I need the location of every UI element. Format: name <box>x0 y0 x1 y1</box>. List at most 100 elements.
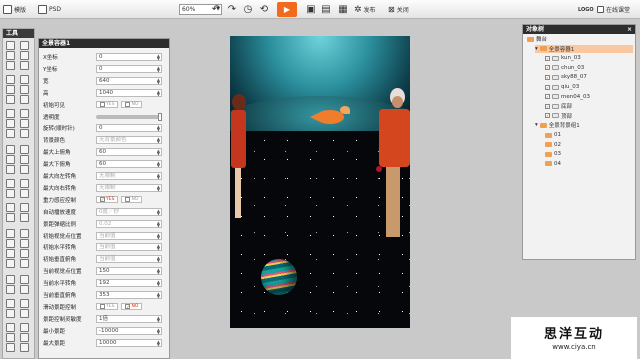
scene-tool-icon-alt[interactable] <box>20 179 29 188</box>
puzzle-tool-icon-alt[interactable] <box>20 309 29 318</box>
lottery-tool-icon[interactable] <box>6 275 15 284</box>
preview-play-button[interactable]: ▶ <box>277 2 297 17</box>
move-tool-icon-alt[interactable] <box>20 51 29 60</box>
vote-tool-icon[interactable] <box>6 285 15 294</box>
stepper-icon[interactable]: ▲ ▼ <box>157 280 160 287</box>
list-tool-icon-alt[interactable] <box>20 249 29 258</box>
history-icon[interactable]: ◷ <box>242 3 254 15</box>
expand-toggle-icon[interactable]: ▾ <box>535 46 538 52</box>
stepper-icon[interactable]: ▲ ▼ <box>157 77 160 84</box>
property-input[interactable]: 0 ▲ ▼ <box>96 64 162 73</box>
property-input[interactable]: 当前值 ▲ ▼ <box>96 255 162 264</box>
tree-node[interactable]: 01 <box>543 131 633 139</box>
girl-figure[interactable] <box>230 94 248 244</box>
tree-node[interactable]: ✓ 底部 <box>543 102 633 110</box>
stepper-icon[interactable]: ▲ ▼ <box>157 149 160 156</box>
stepper-icon[interactable]: ▲ ▼ <box>157 339 160 346</box>
stepper-icon[interactable]: ▲ ▼ <box>157 327 160 334</box>
property-input[interactable]: 1倍 ▲ ▼ <box>96 314 162 323</box>
shape-tool-icon-alt[interactable] <box>20 95 29 104</box>
square-tool-icon-alt[interactable] <box>20 333 29 342</box>
scratch-tool-icon-alt[interactable] <box>20 299 29 308</box>
yes-option[interactable]: ✓ YES <box>96 196 119 204</box>
property-input[interactable]: 192 ▲ ▼ <box>96 279 162 288</box>
link-tool-icon-alt[interactable] <box>20 119 29 128</box>
slider-knob[interactable] <box>158 112 162 121</box>
image-tool-icon-alt[interactable] <box>20 85 29 94</box>
qrcode-icon[interactable]: ▦ <box>337 3 349 15</box>
visibility-checkbox[interactable]: ✓ <box>545 84 550 90</box>
undo-icon[interactable]: ↶ <box>210 3 222 15</box>
circle-tool-icon-alt[interactable] <box>20 323 29 332</box>
logo-button[interactable]: LOGO <box>578 0 594 19</box>
property-input[interactable]: 10000 ▲ ▼ <box>96 338 162 347</box>
property-input[interactable]: 60 ▲ ▼ <box>96 148 162 157</box>
property-input[interactable]: 0 ▲ ▼ <box>96 53 162 61</box>
property-input[interactable]: 0 ▲ ▼ <box>96 124 162 133</box>
boy-figure[interactable] <box>376 88 410 268</box>
tree-node[interactable]: ✓ 顶部 <box>543 112 633 120</box>
stepper-icon[interactable]: ▲ ▼ <box>157 184 160 191</box>
stepper-icon[interactable]: ▲ ▼ <box>157 268 160 275</box>
visibility-checkbox[interactable]: ✓ <box>545 103 550 109</box>
planet-figure[interactable] <box>261 259 297 295</box>
reset-icon[interactable]: ⟲ <box>258 3 270 15</box>
select-tool-icon-alt[interactable] <box>20 41 29 50</box>
save-as-icon[interactable]: ▤ <box>320 3 332 15</box>
video-tool-icon-alt[interactable] <box>20 145 29 154</box>
shape-tool-icon[interactable] <box>6 95 15 104</box>
link-tool-icon[interactable] <box>6 119 15 128</box>
no-option[interactable]: NO <box>121 101 143 109</box>
stepper-icon[interactable]: ▲ ▼ <box>157 161 160 168</box>
button-tool-icon[interactable] <box>6 229 15 238</box>
psd-button[interactable]: PSD <box>38 0 61 19</box>
tree-node[interactable]: 03 <box>543 150 633 158</box>
image-tool-icon[interactable] <box>6 85 15 94</box>
audio-tool-icon[interactable] <box>6 129 15 138</box>
stepper-icon[interactable]: ▲ ▼ <box>157 256 160 263</box>
visibility-checkbox[interactable]: ✓ <box>545 94 550 100</box>
stepper-icon[interactable]: ▲ ▼ <box>157 232 160 239</box>
text-tool-icon-alt[interactable] <box>20 75 29 84</box>
property-input[interactable]: 640 ▲ ▼ <box>96 76 162 85</box>
select-tool-icon[interactable] <box>6 41 15 50</box>
property-input[interactable]: 无背景颜色 ▲ ▼ <box>96 136 162 145</box>
tree-node[interactable]: 04 <box>543 160 633 168</box>
stepper-icon[interactable]: ▲ ▼ <box>157 89 160 96</box>
square-tool-icon[interactable] <box>6 333 15 342</box>
expand-toggle-icon[interactable]: ▾ <box>535 122 538 128</box>
tree-node[interactable]: ✓ sky88_07 <box>543 73 633 81</box>
crop-tool-icon[interactable] <box>6 61 15 70</box>
yes-option[interactable]: YES <box>96 101 119 109</box>
stepper-icon[interactable]: ▲ ▼ <box>157 125 160 132</box>
visibility-checkbox[interactable]: ✓ <box>545 65 550 71</box>
stepper-icon[interactable]: ▲ ▼ <box>157 173 160 180</box>
tree-node[interactable]: ✓ qiu_03 <box>543 83 633 91</box>
property-input[interactable]: 1040 ▲ ▼ <box>96 88 162 97</box>
button-tool-icon-alt[interactable] <box>20 229 29 238</box>
opacity-slider[interactable] <box>96 112 162 121</box>
redo-icon[interactable]: ↷ <box>226 3 238 15</box>
yes-option[interactable]: YES <box>96 303 119 311</box>
property-input[interactable]: 150 ▲ ▼ <box>96 267 162 276</box>
visibility-checkbox[interactable]: ✓ <box>545 113 550 119</box>
stepper-icon[interactable]: ▲ ▼ <box>157 292 160 299</box>
list-tool-icon[interactable] <box>6 249 15 258</box>
chart-tool-icon[interactable] <box>6 155 15 164</box>
scratch-tool-icon[interactable] <box>6 299 15 308</box>
timer-tool-icon-alt[interactable] <box>20 109 29 118</box>
puzzle-tool-icon[interactable] <box>6 309 15 318</box>
stepper-icon[interactable]: ▲ ▼ <box>157 208 160 215</box>
panorama-tool-icon[interactable] <box>6 189 15 198</box>
tree-node[interactable]: ▾ 全景容器1 <box>535 44 633 53</box>
line-tool-icon[interactable] <box>6 343 15 352</box>
camera-tool-icon[interactable] <box>6 213 15 222</box>
template-button[interactable]: 模版 <box>3 0 26 19</box>
panel-close-icon[interactable]: × <box>627 25 635 34</box>
form-tool-icon[interactable] <box>6 165 15 174</box>
property-input[interactable]: 0.02 ▲ ▼ <box>96 219 162 228</box>
property-input[interactable]: 60 ▲ ▼ <box>96 160 162 169</box>
publish-button[interactable]: ✲ 发布 <box>354 0 376 19</box>
map-tool-icon-alt[interactable] <box>20 203 29 212</box>
tree-node[interactable]: ✓ kun_03 <box>543 54 633 62</box>
